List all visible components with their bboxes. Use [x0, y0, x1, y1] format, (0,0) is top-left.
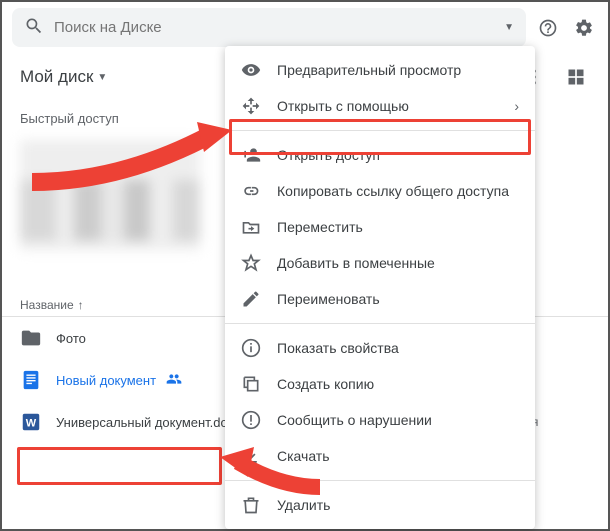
word-icon: W	[20, 411, 42, 433]
breadcrumb[interactable]: Мой диск ▼	[20, 67, 107, 87]
open-with-icon	[241, 96, 261, 116]
person-add-icon	[241, 145, 261, 165]
svg-text:W: W	[26, 418, 37, 430]
shared-icon	[166, 371, 182, 390]
eye-icon	[241, 60, 261, 80]
ctx-download[interactable]: Скачать	[225, 438, 535, 474]
search-box[interactable]: ▼	[12, 8, 526, 47]
link-icon	[241, 181, 261, 201]
folder-icon	[20, 327, 42, 349]
quick-access-thumb[interactable]	[20, 140, 200, 250]
pencil-icon	[241, 289, 261, 309]
copy-icon	[241, 374, 261, 394]
move-icon	[241, 217, 261, 237]
ctx-share[interactable]: Открыть доступ	[225, 137, 535, 173]
info-icon	[241, 338, 261, 358]
selection-highlight	[17, 447, 222, 485]
ctx-preview[interactable]: Предварительный просмотр	[225, 52, 535, 88]
ctx-move[interactable]: Переместить	[225, 209, 535, 245]
chevron-down-icon: ▼	[97, 72, 107, 83]
ctx-delete[interactable]: Удалить	[225, 487, 535, 523]
report-icon	[241, 410, 261, 430]
ctx-star[interactable]: Добавить в помеченные	[225, 245, 535, 281]
breadcrumb-title: Мой диск	[20, 67, 93, 87]
grid-view-button[interactable]	[562, 63, 590, 91]
chevron-right-icon: ›	[514, 98, 519, 114]
search-input[interactable]	[54, 19, 494, 36]
trash-icon	[241, 495, 261, 515]
ctx-divider	[225, 130, 535, 131]
ctx-details[interactable]: Показать свойства	[225, 330, 535, 366]
gdoc-icon	[20, 369, 42, 391]
context-menu: Предварительный просмотр Открыть с помощ…	[225, 46, 535, 529]
ctx-copy[interactable]: Создать копию	[225, 366, 535, 402]
settings-button[interactable]	[570, 14, 598, 42]
download-icon	[241, 446, 261, 466]
star-icon	[241, 253, 261, 273]
help-button[interactable]	[534, 14, 562, 42]
ctx-report[interactable]: Сообщить о нарушении	[225, 402, 535, 438]
search-icon	[24, 16, 44, 39]
ctx-rename[interactable]: Переименовать	[225, 281, 535, 317]
ctx-open-with[interactable]: Открыть с помощью ›	[225, 88, 535, 124]
ctx-divider	[225, 480, 535, 481]
search-options-icon[interactable]: ▼	[504, 22, 514, 33]
sort-arrow-icon: ↑	[78, 298, 84, 312]
ctx-divider	[225, 323, 535, 324]
ctx-copy-link[interactable]: Копировать ссылку общего доступа	[225, 173, 535, 209]
